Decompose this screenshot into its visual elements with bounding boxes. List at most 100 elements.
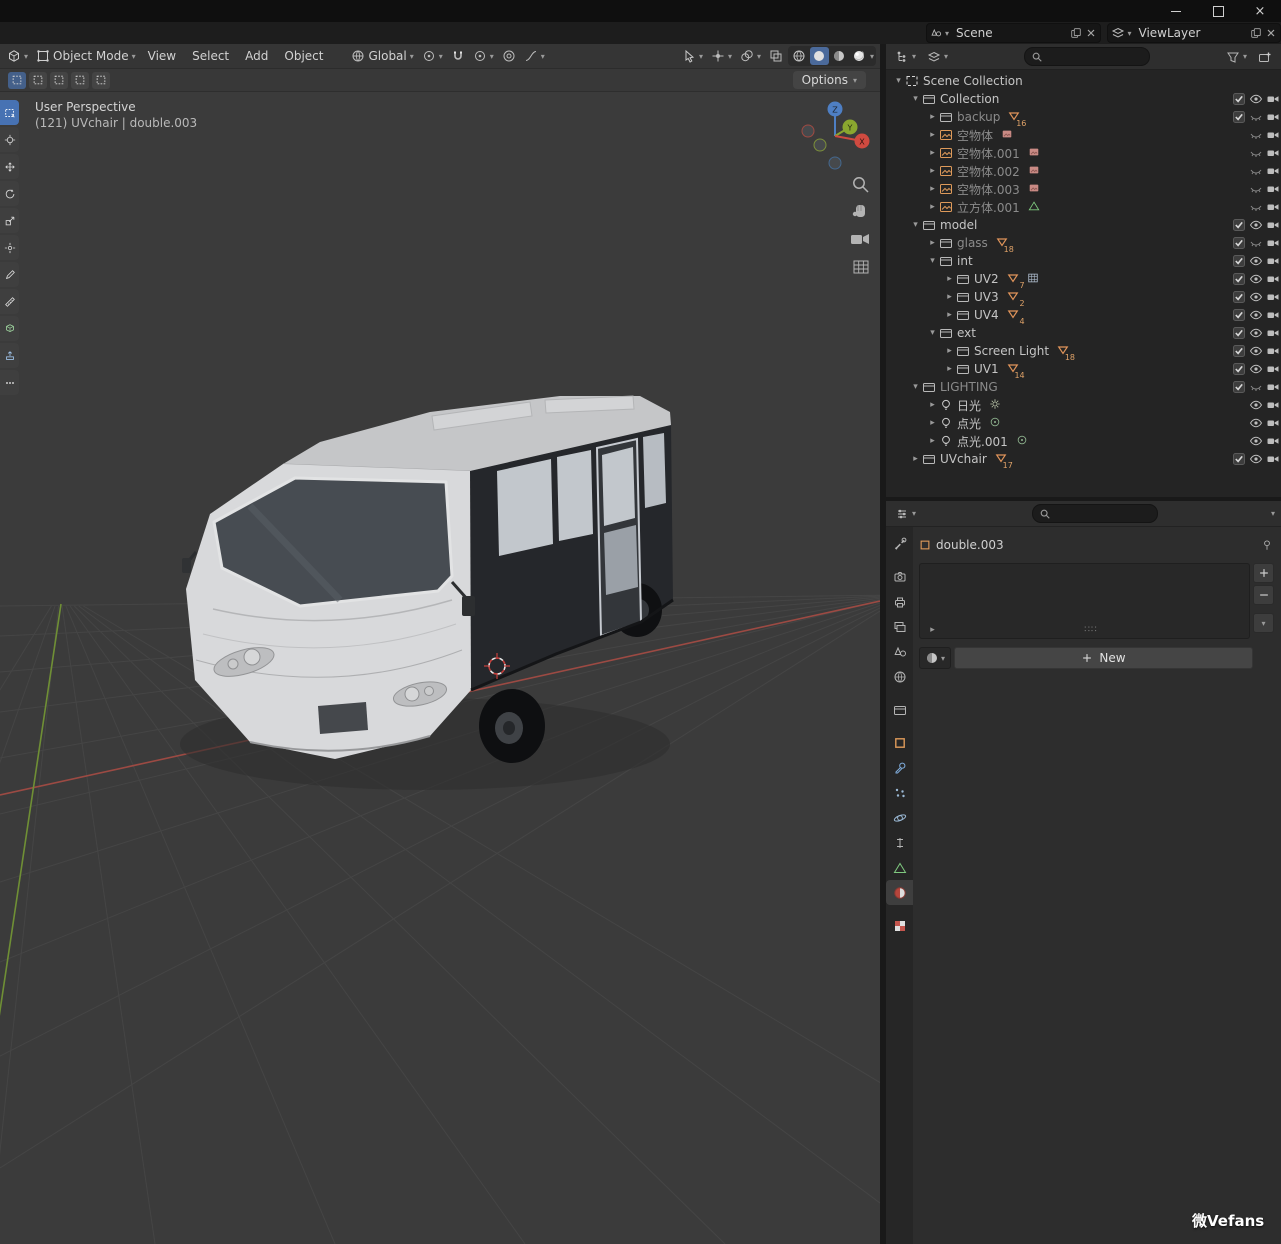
disable-render-toggle[interactable] xyxy=(1264,362,1281,376)
properties-tab-constraints[interactable] xyxy=(886,830,913,855)
collapse-arrow[interactable]: ▾ xyxy=(909,94,922,104)
hide-viewport-toggle[interactable] xyxy=(1247,308,1264,322)
disable-render-toggle[interactable] xyxy=(1264,110,1281,124)
exclude-checkbox[interactable] xyxy=(1230,272,1247,286)
disable-render-toggle[interactable] xyxy=(1264,290,1281,304)
pin-icon[interactable] xyxy=(1261,539,1273,551)
outliner-row[interactable]: ▸空物体.001 xyxy=(886,144,1281,162)
disable-render-toggle[interactable] xyxy=(1264,92,1281,106)
outliner-row[interactable]: ▸立方体.001 xyxy=(886,198,1281,216)
disable-render-toggle[interactable] xyxy=(1264,326,1281,340)
disable-render-toggle[interactable] xyxy=(1264,452,1281,466)
outliner-row[interactable]: ▸日光 xyxy=(886,396,1281,414)
exclude-checkbox[interactable] xyxy=(1230,236,1247,250)
hide-viewport-toggle[interactable] xyxy=(1247,398,1264,412)
tool-rotate[interactable] xyxy=(0,181,19,206)
expand-arrow[interactable]: ▸ xyxy=(926,166,939,176)
properties-tab-object[interactable] xyxy=(886,730,913,755)
overlays-dropdown[interactable]: ▾ xyxy=(737,47,764,65)
outliner-row[interactable]: ▸点光.001 xyxy=(886,432,1281,450)
select-mode-subtract[interactable] xyxy=(50,72,68,89)
options-button[interactable]: Options▾ xyxy=(793,71,866,89)
collapse-arrow[interactable]: ▾ xyxy=(926,256,939,266)
properties-tab-output[interactable] xyxy=(886,589,913,614)
select-mode-new[interactable] xyxy=(8,72,26,89)
tool-scale[interactable] xyxy=(0,208,19,233)
outliner-search-input[interactable] xyxy=(1024,47,1150,66)
tool-misc[interactable] xyxy=(0,370,19,395)
navigation-gizmo[interactable]: Z Y X xyxy=(802,102,870,170)
camera-view-button[interactable] xyxy=(851,234,869,244)
disable-render-toggle[interactable] xyxy=(1264,398,1281,412)
zoom-button[interactable] xyxy=(854,178,868,192)
properties-editor-type-button[interactable]: ▾ xyxy=(892,505,919,523)
maximize-button[interactable] xyxy=(1197,0,1239,22)
exclude-checkbox[interactable] xyxy=(1230,452,1247,466)
disable-render-toggle[interactable] xyxy=(1264,200,1281,214)
shading-material-button[interactable] xyxy=(830,47,849,65)
properties-tab-viewlayer[interactable] xyxy=(886,614,913,639)
tool-move[interactable] xyxy=(0,154,19,179)
disable-render-toggle[interactable] xyxy=(1264,236,1281,250)
disable-render-toggle[interactable] xyxy=(1264,380,1281,394)
exclude-checkbox[interactable] xyxy=(1230,308,1247,322)
editor-type-button[interactable]: ▾ xyxy=(4,47,31,65)
tool-select-box[interactable] xyxy=(0,100,19,125)
outliner-row[interactable]: ▸空物体.003 xyxy=(886,180,1281,198)
outliner-row[interactable]: ▸backup16 xyxy=(886,108,1281,126)
expand-arrow[interactable]: ▸ xyxy=(909,454,922,464)
hide-viewport-toggle[interactable] xyxy=(1247,164,1264,178)
pan-hand-button[interactable] xyxy=(853,205,865,217)
disable-render-toggle[interactable] xyxy=(1264,416,1281,430)
outliner-row[interactable]: ▸Screen Light18 xyxy=(886,342,1281,360)
exclude-checkbox[interactable] xyxy=(1230,380,1247,394)
properties-options-dropdown[interactable]: ▾ xyxy=(1271,509,1275,518)
hide-viewport-toggle[interactable] xyxy=(1247,218,1264,232)
hide-viewport-toggle[interactable] xyxy=(1247,200,1264,214)
expand-arrow[interactable]: ▸ xyxy=(926,130,939,140)
tool-annotate[interactable] xyxy=(0,262,19,287)
menu-view[interactable]: View xyxy=(141,47,183,65)
scene-selector[interactable]: ▾ Scene xyxy=(926,23,1101,43)
mode-selector[interactable]: Object Mode▾ xyxy=(33,47,139,65)
disable-render-toggle[interactable] xyxy=(1264,128,1281,142)
menu-select[interactable]: Select xyxy=(185,47,236,65)
outliner-row[interactable]: ▸点光 xyxy=(886,414,1281,432)
slot-specials-dropdown[interactable]: ▾ xyxy=(1253,613,1274,633)
disable-render-toggle[interactable] xyxy=(1264,308,1281,322)
disable-render-toggle[interactable] xyxy=(1264,164,1281,178)
viewlayer-selector[interactable]: ▾ ViewLayer xyxy=(1107,23,1281,43)
exclude-checkbox[interactable] xyxy=(1230,110,1247,124)
outliner-row[interactable]: ▸UV114 xyxy=(886,360,1281,378)
select-mode-intersect[interactable] xyxy=(92,72,110,89)
exclude-checkbox[interactable] xyxy=(1230,362,1247,376)
hide-viewport-toggle[interactable] xyxy=(1247,182,1264,196)
hide-viewport-toggle[interactable] xyxy=(1247,290,1264,304)
collapse-arrow[interactable]: ▾ xyxy=(909,382,922,392)
orientation-selector[interactable]: Global▾ xyxy=(348,47,416,65)
hide-viewport-toggle[interactable] xyxy=(1247,236,1264,250)
outliner-row[interactable]: ▾Scene Collection xyxy=(886,72,1281,90)
properties-tab-render[interactable] xyxy=(886,564,913,589)
new-scene-button[interactable] xyxy=(1070,27,1082,39)
select-mode-invert[interactable] xyxy=(71,72,89,89)
resize-grip[interactable]: ∷∷ xyxy=(939,625,1243,635)
outliner-row[interactable]: ▾int xyxy=(886,252,1281,270)
hide-viewport-toggle[interactable] xyxy=(1247,326,1264,340)
properties-tab-tool[interactable] xyxy=(886,531,913,556)
exclude-checkbox[interactable] xyxy=(1230,290,1247,304)
axis-neg-y-ball[interactable] xyxy=(814,139,826,151)
expand-arrow[interactable]: ▸ xyxy=(943,274,956,284)
menu-object[interactable]: Object xyxy=(277,47,330,65)
outliner-row[interactable]: ▸glass18 xyxy=(886,234,1281,252)
falloff-selector[interactable]: ▾ xyxy=(521,47,548,65)
properties-tab-physics[interactable] xyxy=(886,805,913,830)
tool-extrude[interactable] xyxy=(0,343,19,368)
disable-render-toggle[interactable] xyxy=(1264,434,1281,448)
expand-arrow[interactable]: ▸ xyxy=(926,625,939,635)
exclude-checkbox[interactable] xyxy=(1230,344,1247,358)
hide-viewport-toggle[interactable] xyxy=(1247,416,1264,430)
pivot-selector[interactable]: ▾ xyxy=(419,47,446,65)
expand-arrow[interactable]: ▸ xyxy=(926,400,939,410)
hide-viewport-toggle[interactable] xyxy=(1247,344,1264,358)
